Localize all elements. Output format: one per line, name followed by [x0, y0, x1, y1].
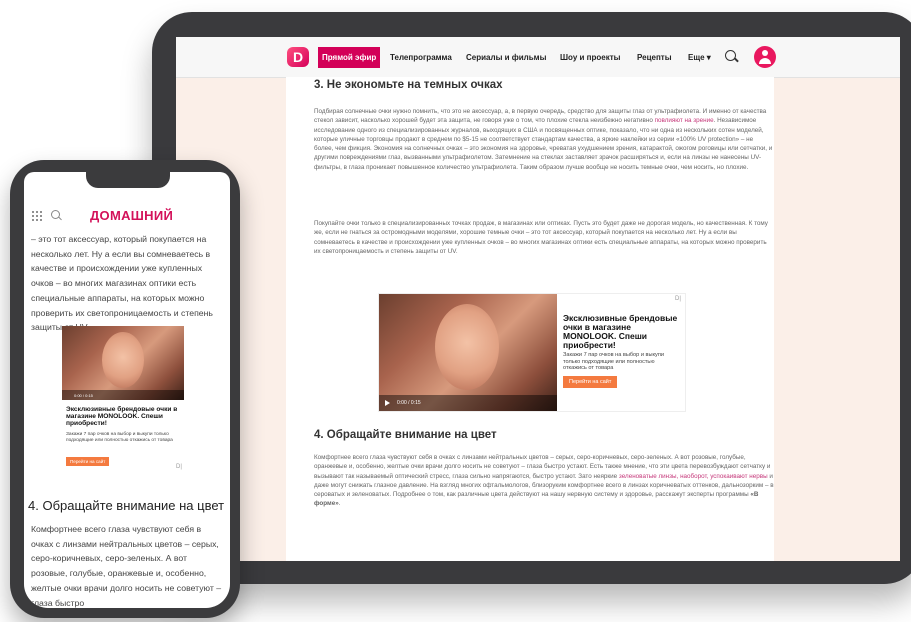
nav-item-series-films[interactable]: Сериалы и фильмы	[466, 47, 546, 68]
article-content: 3. Не экономьте на темных очках Подбирая…	[286, 77, 774, 561]
phone-notch	[86, 172, 170, 188]
nav-item-tv-program[interactable]: Телепрограмма	[390, 47, 452, 68]
ad-video-player[interactable]: 0:00 / 0:15	[62, 326, 184, 400]
inline-link-green-lenses[interactable]: зеленоватые линзы, наоборот, успокаивают…	[619, 473, 768, 480]
nav-item-more[interactable]: Еще ▾	[688, 47, 711, 68]
nav-item-shows[interactable]: Шоу и проекты	[560, 47, 620, 68]
search-icon[interactable]	[725, 50, 736, 61]
article-paragraph-2: Покупайте очки только в специализированн…	[314, 220, 768, 255]
article-paragraph-1: Подбирая солнечные очки нужно помнить, ч…	[314, 108, 773, 171]
video-time: 0:00 / 0:15	[397, 400, 421, 406]
ad-description: Закажи 7 пар очков на выбор и выкупи тол…	[66, 432, 173, 443]
user-avatar-icon[interactable]	[754, 46, 776, 68]
ad-choices-icon[interactable]: D|	[176, 464, 182, 470]
nav-item-recipes[interactable]: Рецепты	[637, 47, 672, 68]
live-button[interactable]: Прямой эфир	[318, 47, 381, 68]
ad-video-player[interactable]: 0:00 / 0:15	[379, 294, 557, 411]
ad-video-face-image	[435, 304, 499, 390]
ad-choices-icon[interactable]: D|	[675, 296, 681, 302]
ad-title[interactable]: Эксклюзивные брендовые очки в магазине M…	[563, 314, 679, 350]
inline-link-vision[interactable]: повлияют на зрение	[655, 117, 714, 124]
phone-screen: ДОМАШНИЙ – это тот аксессуар, который по…	[24, 172, 230, 608]
top-navigation: D Прямой эфир Телепрограмма Сериалы и фи…	[176, 37, 900, 78]
section-heading-4: 4. Обращайте внимание на цвет	[28, 498, 225, 513]
ad-video-face-image	[102, 332, 144, 388]
play-icon[interactable]	[385, 400, 390, 406]
ad-cta-button[interactable]: Перейти на сайт	[66, 457, 110, 466]
ad-cta-button[interactable]: Перейти на сайт	[563, 376, 618, 388]
ad-description: Закажи 7 пар очков на выбор и выкупи тол…	[563, 352, 664, 371]
ad-banner[interactable]: 0:00 / 0:15 Эксклюзивные брендовые очки …	[62, 326, 184, 474]
search-icon[interactable]	[51, 210, 60, 219]
article-text-bottom: Комфортнее всего глаза чувствуют себя в …	[31, 524, 222, 608]
tablet-screen: D Прямой эфир Телепрограмма Сериалы и фи…	[176, 37, 900, 561]
article-paragraph-3: Комфортнее всего глаза чувствуют себя в …	[314, 454, 774, 508]
section-heading-4: 4. Обращайте внимание на цвет	[314, 429, 497, 441]
menu-grid-icon[interactable]	[31, 210, 43, 222]
article-text-top: – это тот аксессуар, который покупается …	[31, 234, 213, 333]
video-time: 0:00 / 0:15	[74, 393, 93, 398]
video-control-bar: 0:00 / 0:15	[62, 390, 184, 400]
site-logo[interactable]: ДОМАШНИЙ	[90, 208, 173, 223]
site-logo[interactable]: D	[287, 47, 309, 67]
video-control-bar: 0:00 / 0:15	[379, 395, 557, 411]
section-heading-3: 3. Не экономьте на темных очках	[314, 79, 503, 91]
ad-banner[interactable]: 0:00 / 0:15 Эксклюзивные брендовые очки …	[378, 293, 686, 412]
ad-title[interactable]: Эксклюзивные брендовые очки в магазине M…	[66, 406, 184, 428]
